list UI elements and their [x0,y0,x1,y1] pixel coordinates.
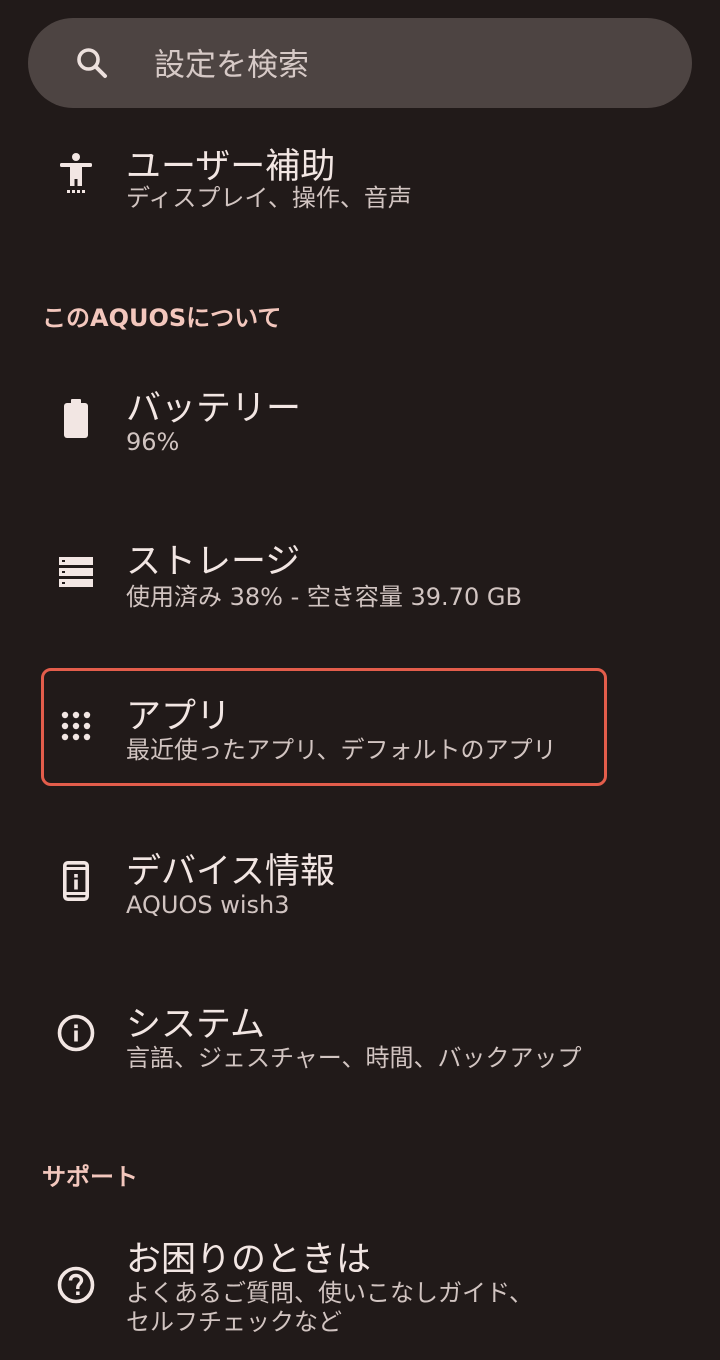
search-placeholder: 設定を検索 [154,47,309,84]
help-title: お困りのときは [126,1240,372,1280]
phone-info-icon [56,861,96,901]
search-icon [75,46,109,80]
help-icon [56,1265,96,1305]
battery-subtitle: 96% [126,428,180,456]
settings-item-battery[interactable]: バッテリー 96% [0,370,720,480]
system-title: システム [126,1005,265,1045]
storage-title: ストレージ [126,542,301,582]
system-subtitle: 言語、ジェスチャー、時間、バックアップ [126,1044,582,1072]
apps-grid-icon [56,706,96,746]
accessibility-icon [56,153,96,194]
settings-item-help[interactable]: お困りのときは よくあるご質問、使いこなしガイド、 セルフチェックなど [0,1225,720,1360]
device-info-subtitle: AQUOS wish3 [126,891,290,919]
section-header-support: サポート [42,1163,138,1191]
apps-title: アプリ [126,697,232,737]
info-icon [56,1013,96,1053]
help-subtitle-line2: セルフチェックなど [126,1308,342,1336]
search-bar[interactable]: 設定を検索 [28,18,692,108]
battery-icon [56,399,96,439]
storage-icon [56,552,96,592]
settings-item-system[interactable]: システム 言語、ジェスチャー、時間、バックアップ [0,990,720,1100]
section-header-about: このAQUOSについて [42,304,282,332]
accessibility-title: ユーザー補助 [126,147,336,187]
help-subtitle-line1: よくあるご質問、使いこなしガイド、 [126,1279,534,1307]
battery-title: バッテリー [126,389,302,429]
device-info-title: デバイス情報 [126,852,335,892]
settings-item-apps[interactable]: アプリ 最近使ったアプリ、デフォルトのアプリ [0,680,720,780]
storage-subtitle: 使用済み 38% - 空き容量 39.70 GB [126,583,522,611]
apps-subtitle: 最近使ったアプリ、デフォルトのアプリ [126,736,557,764]
settings-item-device-info[interactable]: デバイス情報 AQUOS wish3 [0,835,720,945]
accessibility-subtitle: ディスプレイ、操作、音声 [126,184,412,212]
settings-item-storage[interactable]: ストレージ 使用済み 38% - 空き容量 39.70 GB [0,525,720,635]
settings-item-accessibility[interactable]: ユーザー補助 ディスプレイ、操作、音声 [0,130,720,240]
